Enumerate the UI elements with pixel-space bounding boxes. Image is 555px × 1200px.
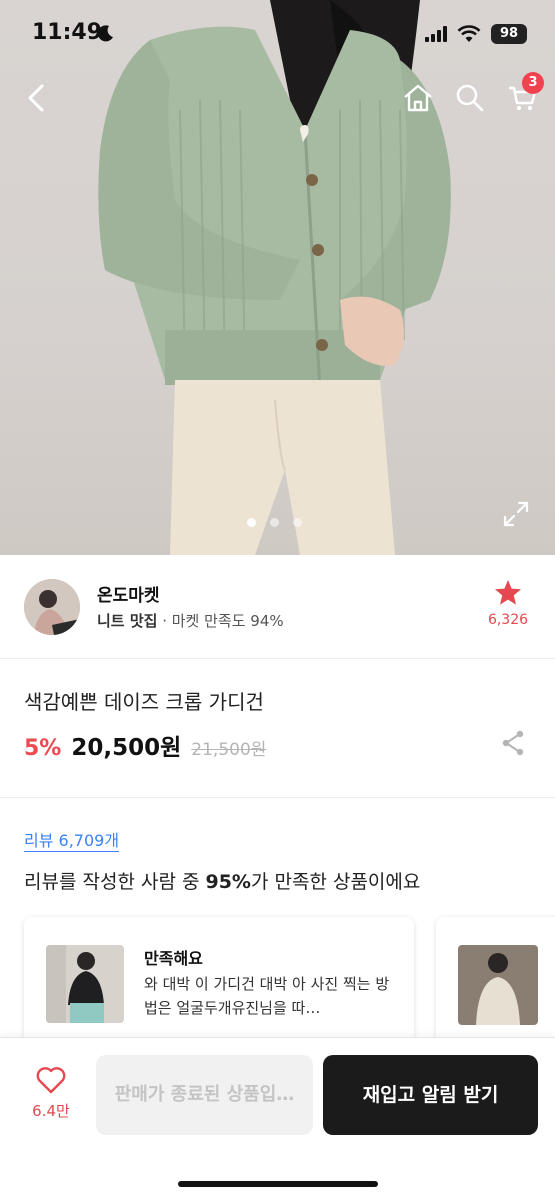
home-indicator: [178, 1181, 378, 1187]
top-navigation: 3: [0, 72, 555, 120]
price-row: 5% 20,500원 21,500원: [24, 728, 266, 762]
favorite-seller-button[interactable]: 6,326: [483, 579, 533, 628]
restock-alert-button[interactable]: 재입고 알림 받기: [323, 1055, 538, 1135]
product-info: 색감예쁜 데이즈 크롭 가디건 5% 20,500원 21,500원: [0, 660, 555, 798]
review-thumbnail: [46, 945, 124, 1023]
cart-button[interactable]: 3: [500, 72, 544, 120]
review-heading: 만족해요: [144, 949, 203, 968]
wifi-icon: [457, 25, 481, 42]
review-card[interactable]: [436, 917, 555, 1047]
cart-count-badge: 3: [522, 72, 544, 94]
reviews-link[interactable]: 리뷰 6,709개: [24, 831, 120, 852]
moon-icon: [97, 25, 113, 42]
product-image-carousel[interactable]: 11:49 98 3: [0, 0, 555, 555]
original-price: 21,500원: [191, 740, 267, 760]
review-photo: [46, 945, 124, 1023]
seller-name[interactable]: 온도마켓: [97, 581, 160, 606]
seller-info: 니트 맛집 · 마켓 만족도 94%: [97, 610, 284, 631]
sold-out-button: 판매가 종료된 상품입…: [96, 1055, 313, 1135]
search-icon: [456, 84, 484, 112]
seller-section[interactable]: 온도마켓 니트 맛집 · 마켓 만족도 94% 6,326: [0, 555, 555, 659]
like-count: 6.4만: [32, 1102, 70, 1120]
review-thumbnail: [458, 945, 538, 1025]
discount-rate: 5%: [24, 736, 62, 761]
review-summary-post: 가 만족한 상품이에요: [250, 871, 421, 893]
seller-avatar-image: [24, 579, 80, 635]
sale-price: 20,500원: [71, 735, 182, 761]
review-card[interactable]: 만족해요 와 대박 이 가디건 대박 아 사진 찍는 방법은 얼굴두개유진님을 …: [24, 917, 414, 1047]
seller-category: 니트 맛집: [97, 612, 158, 630]
carousel-dot[interactable]: [270, 518, 279, 527]
battery-indicator: 98: [491, 24, 527, 44]
search-button[interactable]: [448, 76, 492, 120]
review-text: 와 대박 이 가디건 대박 아 사진 찍는 방법은 얼굴두개유진님을 따…: [144, 975, 390, 1017]
heart-icon: [36, 1067, 66, 1094]
review-summary: 리뷰를 작성한 사람 중 95%가 만족한 상품이에요: [24, 867, 420, 894]
back-button[interactable]: [14, 76, 58, 120]
bottom-action-bar: 6.4만 판매가 종료된 상품입… 재입고 알림 받기: [0, 1037, 555, 1200]
carousel-dot[interactable]: [293, 518, 302, 527]
review-satisfaction-pct: 95%: [205, 871, 251, 893]
favorite-count: 6,326: [487, 612, 529, 628]
status-time: 11:49: [32, 20, 103, 45]
star-icon: [495, 580, 521, 605]
expand-icon[interactable]: [503, 501, 529, 527]
status-bar: 11:49 98: [0, 0, 555, 70]
seller-avatar[interactable]: [24, 579, 80, 635]
seller-satisfaction: · 마켓 만족도 94%: [162, 612, 284, 630]
home-icon: [404, 84, 432, 112]
like-button[interactable]: 6.4만: [20, 1066, 82, 1121]
product-title: 색감예쁜 데이즈 크롭 가디건: [24, 690, 264, 714]
carousel-dot[interactable]: [247, 518, 256, 527]
home-button[interactable]: [396, 76, 440, 120]
reviews-section: 리뷰 6,709개 리뷰를 작성한 사람 중 95%가 만족한 상품이에요 만족…: [0, 799, 555, 1047]
carousel-indicator: [247, 518, 302, 527]
share-icon[interactable]: [501, 730, 525, 756]
signal-icon: [425, 26, 447, 42]
chevron-left-icon: [28, 84, 44, 112]
review-photo: [458, 945, 538, 1025]
review-summary-pre: 리뷰를 작성한 사람 중: [24, 871, 206, 893]
